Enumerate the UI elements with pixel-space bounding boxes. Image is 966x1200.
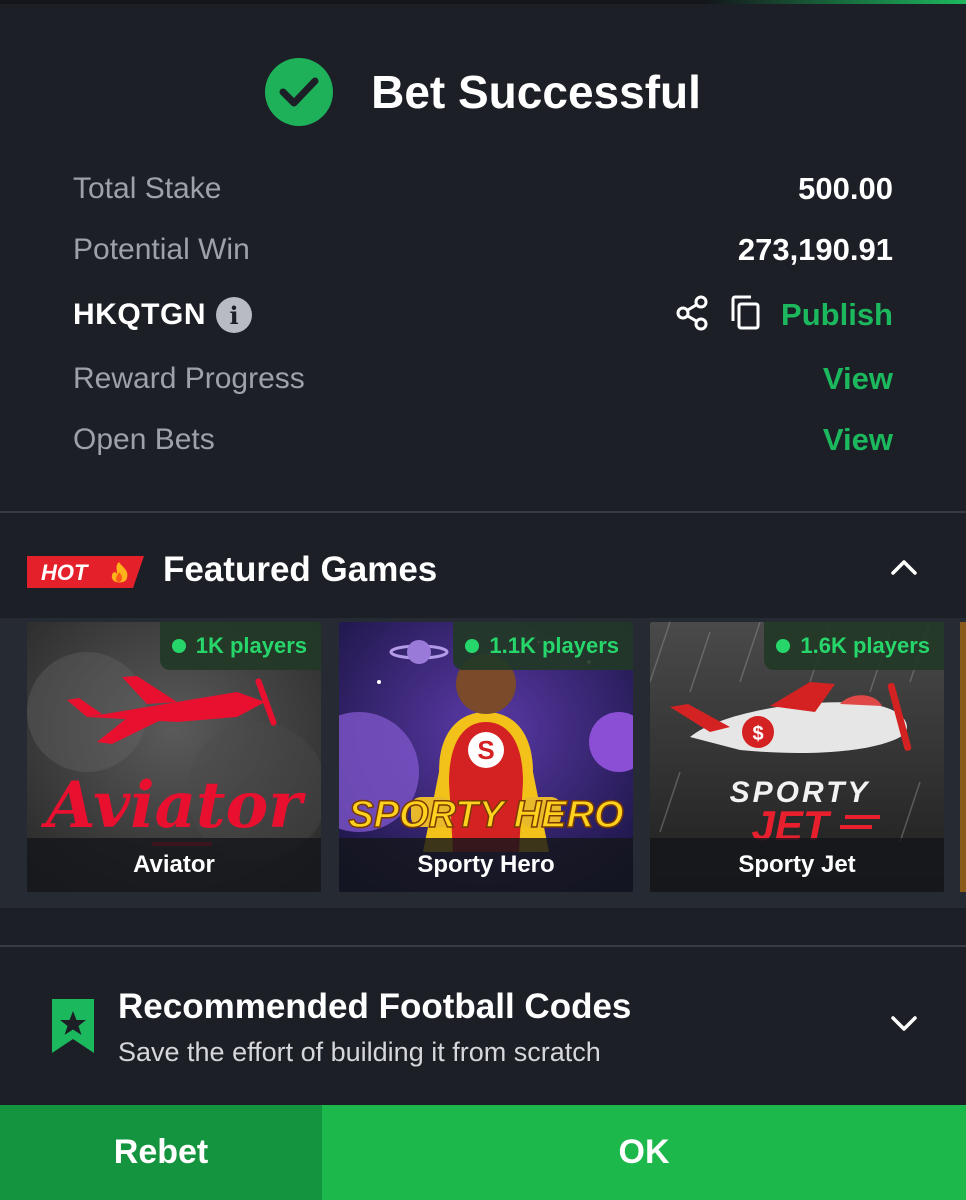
section-divider (0, 511, 966, 513)
section-divider (0, 945, 966, 947)
online-dot-icon (171, 639, 186, 653)
booking-actions: Publish (675, 295, 893, 336)
bookmark-star-icon (50, 997, 96, 1060)
open-bets-label: Open Bets (73, 423, 215, 456)
featured-games-carousel[interactable]: Aviator 1K players Aviator S SPORTY HERO… (0, 618, 966, 908)
next-game-card-peek[interactable] (960, 622, 966, 892)
players-badge: 1K players (159, 622, 321, 670)
players-count: 1.6K players (800, 633, 930, 658)
top-progress-line (0, 0, 966, 4)
reward-progress-label: Reward Progress (73, 362, 305, 395)
booking-code: HKQTGN (73, 298, 206, 331)
game-name: Sporty Jet (650, 838, 944, 892)
booking-code-row: HKQTGN i Publish (73, 290, 893, 340)
top-progress-accent (706, 0, 966, 4)
reward-progress-row: Reward Progress View (73, 354, 893, 404)
recommended-football-codes[interactable]: Recommended Football Codes Save the effo… (0, 975, 966, 1085)
rebet-button[interactable]: Rebet (0, 1105, 322, 1200)
online-dot-icon (776, 639, 791, 653)
recommended-subtitle: Save the effort of building it from scra… (118, 1037, 601, 1067)
check-circle-icon (265, 58, 334, 126)
booking-code-group: HKQTGN i (73, 297, 252, 333)
total-stake-value: 500.00 (798, 171, 893, 206)
open-bets-row: Open Bets View (73, 415, 893, 465)
page-title: Bet Successful (371, 66, 701, 118)
svg-text:S: S (477, 735, 494, 765)
chevron-down-icon[interactable] (890, 1015, 918, 1038)
featured-games-header[interactable]: HOT Featured Games (0, 530, 966, 610)
online-dot-icon (465, 639, 480, 653)
potential-win-value: 273,190.91 (737, 232, 893, 267)
potential-win-row: Potential Win 273,190.91 (73, 225, 893, 275)
svg-text:$: $ (752, 723, 763, 745)
players-badge: 1.6K players (764, 622, 944, 670)
players-badge: 1.1K players (453, 622, 633, 670)
sporty-hero-logo-text: SPORTY HERO (348, 794, 623, 836)
potential-win-label: Potential Win (73, 233, 250, 266)
recommended-title: Recommended Football Codes (118, 987, 632, 1026)
copy-icon[interactable] (729, 295, 761, 336)
players-count: 1.1K players (489, 633, 619, 658)
featured-games-title: Featured Games (163, 550, 438, 589)
chevron-up-icon[interactable] (890, 558, 918, 581)
publish-button[interactable]: Publish (781, 297, 893, 333)
hot-badge: HOT (27, 556, 144, 588)
total-stake-row: Total Stake 500.00 (73, 164, 893, 214)
success-header: Bet Successful (0, 52, 966, 132)
game-name: Aviator (27, 838, 321, 892)
game-card-sporty-jet[interactable]: $ SPORTY JET 1.6K players Sporty Jet (650, 622, 944, 892)
info-icon[interactable]: i (216, 297, 252, 333)
game-card-aviator[interactable]: Aviator 1K players Aviator (27, 622, 321, 892)
players-count: 1K players (195, 633, 307, 658)
reward-progress-view-link[interactable]: View (823, 361, 893, 397)
ok-button[interactable]: OK (322, 1105, 966, 1200)
game-name: Sporty Hero (339, 838, 633, 892)
footer-actions: Rebet OK (0, 1105, 966, 1200)
aviator-logo-text: Aviator (41, 768, 306, 843)
open-bets-view-link[interactable]: View (823, 422, 893, 458)
total-stake-label: Total Stake (73, 172, 222, 205)
hot-badge-text: HOT (41, 560, 89, 585)
share-icon[interactable] (675, 295, 709, 336)
game-card-sporty-hero[interactable]: S SPORTY HERO 1.1K players Sporty Hero (339, 622, 633, 892)
